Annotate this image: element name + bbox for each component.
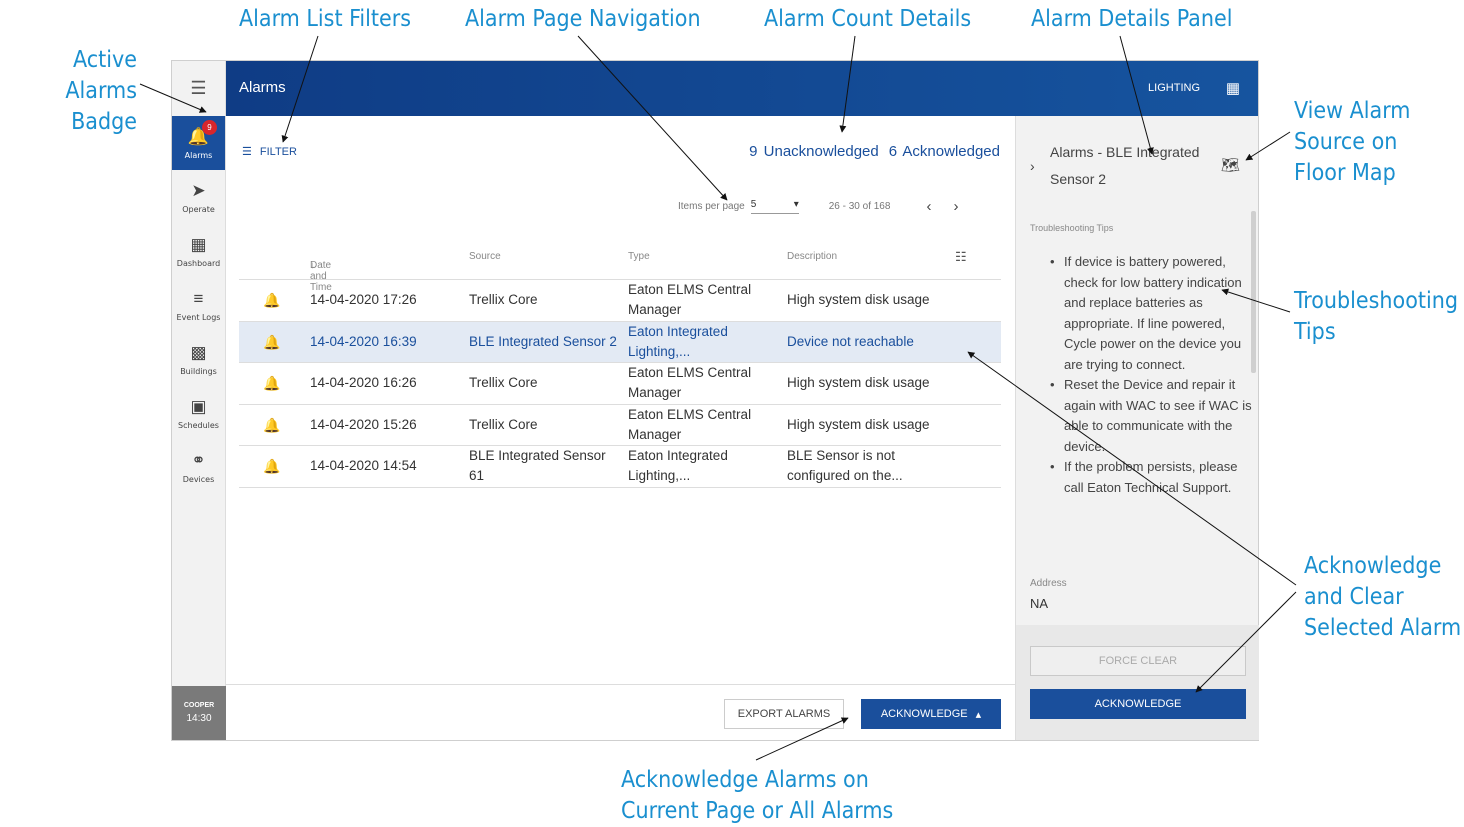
table-row-selected[interactable]: 🔔 14-04-2020 16:39 BLE Integrated Sensor… (239, 321, 1001, 363)
col-source[interactable]: Source (469, 251, 501, 262)
callout-alarm-page-navigation: Alarm Page Navigation (465, 6, 701, 32)
col-type[interactable]: Type (628, 251, 650, 262)
page-title: Alarms (239, 79, 286, 96)
columns-icon[interactable]: ☷ (955, 249, 967, 265)
alarm-counts: 9 Unacknowledged 6 Acknowledged (749, 143, 1000, 160)
rail-item-schedules[interactable]: ▣ Schedules (172, 386, 225, 440)
send-icon: ➤ (191, 180, 206, 200)
callout-alarm-count-details: Alarm Count Details (764, 6, 972, 32)
rail-item-alarms[interactable]: 🔔 9 Alarms (172, 116, 225, 170)
table-header: Date and Time ↓ Source Type Description … (239, 242, 1001, 293)
building-icon: ▩ (190, 342, 207, 362)
cooper-logo: COOPER (183, 702, 215, 709)
panel-actions: FORCE CLEAR ACKNOWLEDGE (1016, 625, 1259, 740)
rail-item-devices[interactable]: ⚭ Devices (172, 440, 225, 494)
address-value: NA (1030, 596, 1049, 611)
table-row[interactable]: 🔔 14-04-2020 14:54 BLE Integrated Sensor… (239, 446, 1001, 488)
table-row[interactable]: 🔔 14-04-2020 15:26 Trellix Core Eaton EL… (239, 405, 1001, 446)
list-icon: ≡ (193, 288, 204, 308)
bell-icon: 🔔 (263, 333, 281, 350)
filter-button[interactable]: ☰ FILTER (242, 145, 297, 159)
callout-acknowledge-and-clear: Acknowledge and Clear Selected Alarm (1304, 553, 1462, 641)
callout-view-alarm-source: View Alarm Source on Floor Map (1294, 98, 1411, 186)
rail-item-operate[interactable]: ➤ Operate (172, 170, 225, 224)
acknowledge-menu-button[interactable]: ACKNOWLEDGE ▴ (861, 699, 1001, 729)
acknowledge-button[interactable]: ACKNOWLEDGE (1030, 689, 1246, 719)
tip-item: If device is battery powered, check for … (1050, 252, 1252, 375)
alarm-table: Date and Time ↓ Source Type Description … (239, 242, 1001, 488)
caret-up-icon: ▴ (975, 708, 982, 721)
next-page-icon[interactable]: › (953, 198, 958, 215)
bell-icon: 🔔 (263, 458, 281, 475)
troubleshooting-tips: If device is battery powered, check for … (1050, 252, 1252, 498)
callout-active-alarms-badge: Active Alarms Badge (65, 47, 137, 135)
app-window: ☰ 🔔 9 Alarms ➤ Operate ▦ Dashboard ≡ Eve… (171, 60, 1259, 741)
tips-label: Troubleshooting Tips (1030, 223, 1114, 233)
panel-scrollbar[interactable] (1251, 211, 1256, 373)
calendar-icon: ▣ (190, 396, 207, 416)
paginator: Items per page 5 ▾ 26 - 30 of 168 ‹ › (678, 198, 958, 215)
clock-time: 14:30 (186, 713, 212, 724)
bell-icon: 🔔 (263, 416, 281, 433)
force-clear-button[interactable]: FORCE CLEAR (1030, 646, 1246, 676)
items-per-page-label: Items per page (678, 201, 745, 212)
page-range: 26 - 30 of 168 (828, 201, 891, 212)
callout-troubleshooting-tips: Troubleshooting Tips (1294, 288, 1458, 345)
collapse-chevron-icon[interactable]: › (1030, 158, 1035, 174)
panel-title: Alarms - BLE Integrated Sensor 2 (1050, 144, 1200, 187)
rail-item-dashboard[interactable]: ▦ Dashboard (172, 224, 225, 278)
nav-rail: ☰ 🔔 9 Alarms ➤ Operate ▦ Dashboard ≡ Eve… (172, 61, 226, 740)
tip-item: If the problem persists, please call Eat… (1050, 457, 1252, 498)
app-name[interactable]: LIGHTING (1148, 82, 1200, 94)
active-alarms-badge: 9 (202, 120, 217, 135)
col-description[interactable]: Description (787, 251, 837, 262)
rail-item-event-logs[interactable]: ≡ Event Logs (172, 278, 225, 332)
callout-alarm-list-filters: Alarm List Filters (239, 6, 411, 32)
hamburger-icon[interactable]: ☰ (172, 61, 225, 116)
prev-page-icon[interactable]: ‹ (926, 198, 931, 215)
rail-item-buildings[interactable]: ▩ Buildings (172, 332, 225, 386)
bell-icon: 🔔 (263, 375, 281, 392)
ack-count[interactable]: 6 Acknowledged (889, 143, 1000, 160)
unack-count[interactable]: 9 Unacknowledged (749, 143, 879, 160)
items-per-page-select[interactable]: 5 ▾ (750, 199, 799, 214)
bulb-icon: ⚭ (191, 450, 206, 470)
sort-down-icon: ↓ (310, 260, 315, 271)
rail-footer: COOPER 14:30 (172, 686, 226, 740)
alarm-details-panel: › Alarms - BLE Integrated Sensor 2 🗺 Tro… (1015, 116, 1259, 740)
table-row[interactable]: 🔔 14-04-2020 17:26 Trellix Core Eaton EL… (239, 280, 1001, 322)
dropdown-icon: ▾ (793, 199, 799, 210)
callout-acknowledge-alarms-on: Acknowledge Alarms on Current Page or Al… (621, 767, 894, 824)
dashboard-icon: ▦ (190, 234, 207, 254)
callout-alarm-details-panel: Alarm Details Panel (1031, 6, 1233, 32)
bottom-action-bar: EXPORT ALARMS ACKNOWLEDGE ▴ (226, 684, 1015, 740)
export-alarms-button[interactable]: EXPORT ALARMS (724, 699, 844, 729)
top-bar: Alarms LIGHTING ▦ (226, 61, 1258, 116)
filter-icon: ☰ (242, 146, 252, 158)
floor-map-icon[interactable]: 🗺 (1221, 156, 1240, 174)
alarm-list: ☰ FILTER 9 Unacknowledged 6 Acknowledged… (226, 116, 1015, 740)
tip-item: Reset the Device and repair it again wit… (1050, 375, 1252, 457)
grid-icon[interactable]: ▦ (1226, 79, 1240, 97)
bell-icon: 🔔 (263, 292, 281, 309)
address-label: Address (1030, 578, 1067, 589)
table-row[interactable]: 🔔 14-04-2020 16:26 Trellix Core Eaton EL… (239, 363, 1001, 405)
